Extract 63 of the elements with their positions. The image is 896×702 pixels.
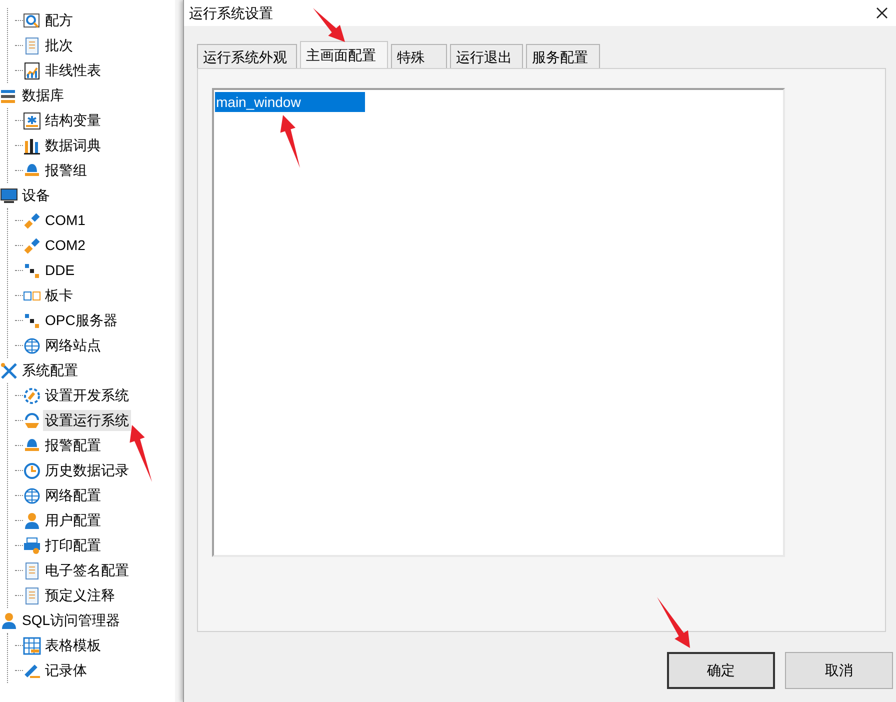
dialog-button[interactable]: 取消: [785, 652, 893, 689]
list-item[interactable]: main_window: [215, 92, 365, 112]
document-icon: [23, 562, 41, 580]
tree-item[interactable]: 设备: [20, 185, 52, 206]
annotation-arrow: [313, 8, 345, 42]
tab[interactable]: 特殊: [391, 44, 447, 68]
tree-item[interactable]: OPC服务器: [43, 310, 120, 331]
annotation-arrow: [130, 425, 152, 482]
tree-item[interactable]: 结构变量: [43, 110, 103, 131]
tree-item[interactable]: 数据库: [20, 85, 66, 106]
tree-item[interactable]: 表格模板: [43, 635, 103, 656]
pen-icon: [23, 662, 41, 680]
annotation-arrow: [657, 597, 690, 648]
globe-icon: [23, 336, 41, 354]
tree-item[interactable]: 数据词典: [43, 135, 103, 156]
tree-item[interactable]: 电子签名配置: [43, 560, 131, 581]
tools-icon: [0, 362, 18, 380]
printer-icon: [23, 536, 41, 554]
dots-icon: [23, 262, 41, 280]
tab[interactable]: 主画面配置: [300, 41, 388, 69]
tree-item[interactable]: SQL访问管理器: [20, 610, 122, 631]
tree-item[interactable]: 非线性表: [43, 60, 103, 81]
tree-item[interactable]: 打印配置: [43, 535, 103, 556]
bars-icon: [23, 136, 41, 154]
list-box[interactable]: main_window: [212, 88, 785, 557]
clock-icon: [23, 462, 41, 480]
tree-item[interactable]: 报警配置: [43, 435, 103, 456]
plug-icon: [23, 212, 41, 230]
tree-item[interactable]: 批次: [43, 35, 75, 56]
tab[interactable]: 运行退出: [450, 44, 523, 68]
close-icon[interactable]: [876, 7, 888, 19]
tree-item[interactable]: 网络站点: [43, 335, 103, 356]
tree-item[interactable]: COM1: [43, 210, 88, 231]
tree-item[interactable]: COM2: [43, 235, 88, 256]
annotation-arrow: [280, 115, 300, 168]
magnifier-icon: [23, 12, 41, 30]
tree-item[interactable]: 设置开发系统: [43, 385, 131, 406]
dialog-button[interactable]: 确定: [667, 652, 775, 689]
tree-item[interactable]: 板卡: [43, 285, 75, 306]
tree-item[interactable]: 配方: [43, 10, 75, 31]
tree-item[interactable]: 设置运行系统: [43, 410, 131, 431]
tree-item[interactable]: DDE: [43, 260, 77, 281]
grid-icon: [23, 636, 41, 654]
tree-item[interactable]: 用户配置: [43, 510, 103, 531]
tab[interactable]: 运行系统外观: [197, 44, 297, 68]
document-icon: [23, 36, 41, 54]
dots-icon: [23, 312, 41, 330]
plug-icon: [23, 236, 41, 254]
tab[interactable]: 服务配置: [526, 44, 600, 68]
tree-item[interactable]: 记录体: [43, 660, 89, 681]
chart-icon: [23, 62, 41, 80]
window-title: 运行系统设置: [189, 4, 273, 22]
monitor-icon: [0, 186, 18, 204]
person-icon: [0, 612, 18, 630]
tree-item[interactable]: 预定义注释: [43, 585, 117, 606]
tree-item[interactable]: 历史数据记录: [43, 460, 131, 481]
document-icon: [23, 586, 41, 604]
tree-item[interactable]: 系统配置: [20, 360, 80, 381]
globe-icon: [23, 486, 41, 504]
asterisk-icon: [23, 112, 41, 130]
person-icon: [23, 512, 41, 530]
tree-item[interactable]: 网络配置: [43, 485, 103, 506]
tree-item[interactable]: 报警组: [43, 160, 89, 181]
